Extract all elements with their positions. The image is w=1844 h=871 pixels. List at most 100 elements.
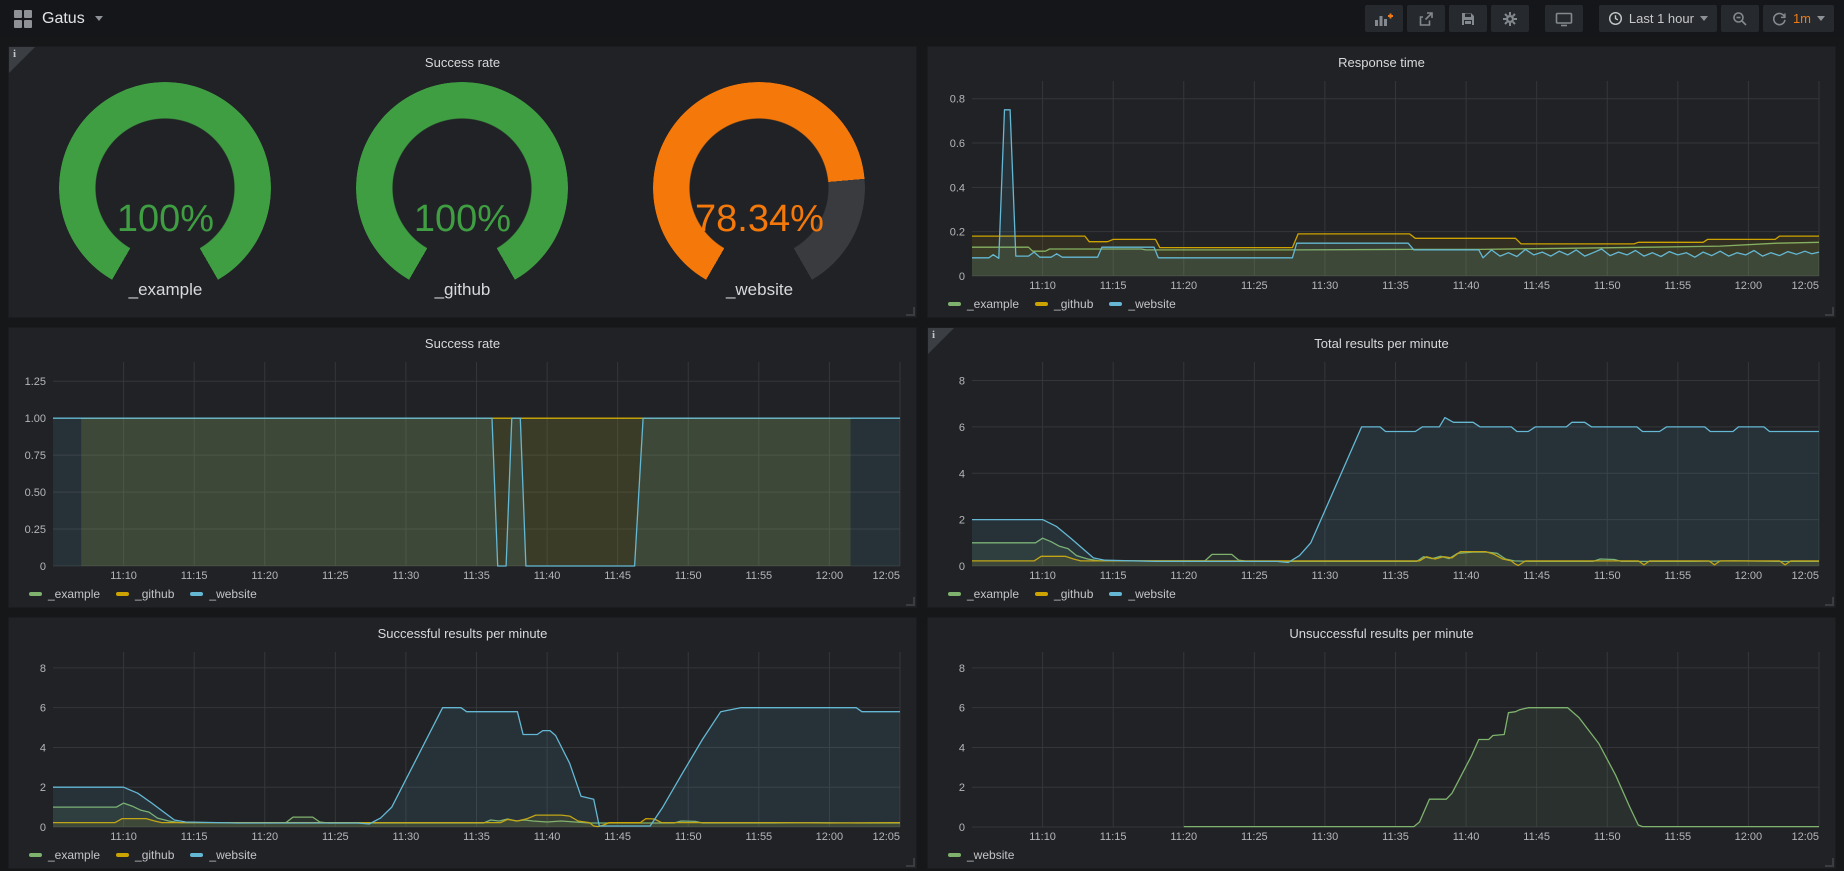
chart-legend: _example _github _website [936,294,1827,314]
legend-label: _website [1128,587,1175,601]
zoom-out-button[interactable] [1721,5,1759,32]
svg-text:4: 4 [40,742,46,754]
svg-text:12:05: 12:05 [1791,570,1819,582]
panel-resize-handle[interactable] [1825,597,1834,606]
svg-text:11:55: 11:55 [1664,570,1691,582]
legend-item-_website[interactable]: _website [190,848,256,862]
grid-square [14,20,22,28]
gauge-arc [356,82,568,294]
legend-color-dash [948,592,961,596]
share-button[interactable] [1407,5,1445,32]
gridlines [972,652,1819,827]
gauge-dial: 78.34% [653,82,865,294]
series-_website-fill [1184,708,1819,827]
legend-item-_website[interactable]: _website [1109,587,1175,601]
tv-mode-button[interactable] [1545,5,1583,32]
svg-text:11:35: 11:35 [1382,570,1409,582]
legend-color-dash [948,853,961,857]
total-results-chart[interactable]: 0246811:1011:1511:2011:2511:3011:3511:40… [936,355,1827,584]
chart-series [53,418,900,566]
save-button[interactable] [1449,5,1487,32]
gauge-arc [653,82,865,294]
legend-item-_website[interactable]: _website [190,587,256,601]
svg-text:11:45: 11:45 [1523,831,1550,843]
svg-text:11:15: 11:15 [181,570,208,582]
legend-item-_github[interactable]: _github [1035,297,1093,311]
time-range-button[interactable]: Last 1 hour [1599,5,1717,32]
svg-text:4: 4 [959,468,965,480]
panel-resize-handle[interactable] [1825,307,1834,316]
axis-labels: 0246811:1011:1511:2011:2511:3011:3511:40… [959,663,1819,843]
panel-successful-results: Successful results per minute 0246811:10… [8,617,917,869]
dashboard-picker-caret-icon[interactable] [95,16,103,21]
response-time-chart[interactable]: 00.20.40.60.811:1011:1511:2011:2511:3011… [936,74,1827,294]
legend-label: _example [48,587,100,601]
refresh-interval-caret-icon [1817,16,1825,21]
legend-label: _website [209,848,256,862]
monitor-icon [1555,11,1573,27]
clock-icon [1608,11,1623,26]
refresh-button[interactable]: 1m [1763,5,1834,32]
svg-text:12:00: 12:00 [816,570,844,582]
dashboard-title[interactable]: Gatus [42,10,85,28]
panel-title[interactable]: Successful results per minute [17,622,908,645]
series-_website-fill [972,418,1819,566]
success-rate-chart[interactable]: 00.250.500.751.001.2511:1011:1511:2011:2… [17,355,908,584]
svg-text:11:40: 11:40 [1453,831,1480,843]
panel-resize-handle[interactable] [906,597,915,606]
refresh-interval-label: 1m [1793,11,1811,26]
panel-success-rate-gauges: i Success rate 100%_example100%_github78… [8,46,917,318]
dashboard-grid: i Success rate 100%_example100%_github78… [0,37,1844,869]
svg-text:11:50: 11:50 [675,570,702,582]
panel-title[interactable]: Success rate [17,332,908,355]
legend-item-_github[interactable]: _github [1035,587,1093,601]
svg-text:11:30: 11:30 [1312,831,1339,843]
legend-label: _example [967,587,1019,601]
legend-item-_example[interactable]: _example [948,587,1019,601]
svg-text:0.75: 0.75 [25,450,46,462]
panel-resize-handle[interactable] [906,858,915,867]
panel-title[interactable]: Unsuccessful results per minute [936,622,1827,645]
svg-text:1.25: 1.25 [25,376,46,388]
gauge-value: 100% [59,198,271,241]
legend-item-_example[interactable]: _example [29,587,100,601]
svg-text:11:45: 11:45 [604,570,631,582]
unsuccessful-results-chart[interactable]: 0246811:1011:1511:2011:2511:3011:3511:40… [936,645,1827,845]
successful-results-chart[interactable]: 0246811:1011:1511:2011:2511:3011:3511:40… [17,645,908,845]
svg-text:11:55: 11:55 [745,831,772,843]
svg-text:11:30: 11:30 [393,831,420,843]
legend-label: _example [48,848,100,862]
panel-title[interactable]: Response time [936,51,1827,74]
panel-title[interactable]: Success rate [17,51,908,74]
panel-resize-handle[interactable] [906,307,915,316]
settings-button[interactable] [1491,5,1529,32]
add-panel-button[interactable] [1365,5,1403,32]
panel-info-icon[interactable]: i [9,47,35,73]
legend-item-_github[interactable]: _github [116,587,174,601]
legend-item-_website[interactable]: _website [948,848,1014,862]
legend-item-_example[interactable]: _example [29,848,100,862]
legend-label: _github [1054,587,1093,601]
refresh-icon [1772,11,1787,26]
panel-info-icon[interactable]: i [928,328,954,354]
panel-title[interactable]: Total results per minute [936,332,1827,355]
legend-item-_example[interactable]: _example [948,297,1019,311]
chart-svg: 00.250.500.751.001.2511:1011:1511:2011:2… [17,355,908,584]
legend-label: _github [135,848,174,862]
svg-text:12:00: 12:00 [1735,831,1763,843]
legend-item-_website[interactable]: _website [1109,297,1175,311]
svg-text:11:25: 11:25 [1241,831,1268,843]
svg-text:11:10: 11:10 [110,831,137,843]
panel-resize-handle[interactable] [1825,858,1834,867]
svg-text:8: 8 [40,663,46,675]
svg-text:0: 0 [40,561,46,573]
share-icon [1418,11,1434,27]
time-range-caret-icon [1700,16,1708,21]
legend-item-_github[interactable]: _github [116,848,174,862]
legend-label: _github [1054,297,1093,311]
gauge-value: 78.34% [653,198,865,241]
svg-text:4: 4 [959,742,965,754]
svg-text:0.2: 0.2 [950,227,965,239]
svg-text:12:00: 12:00 [1735,280,1763,292]
dashboards-grid-icon[interactable] [14,10,32,28]
